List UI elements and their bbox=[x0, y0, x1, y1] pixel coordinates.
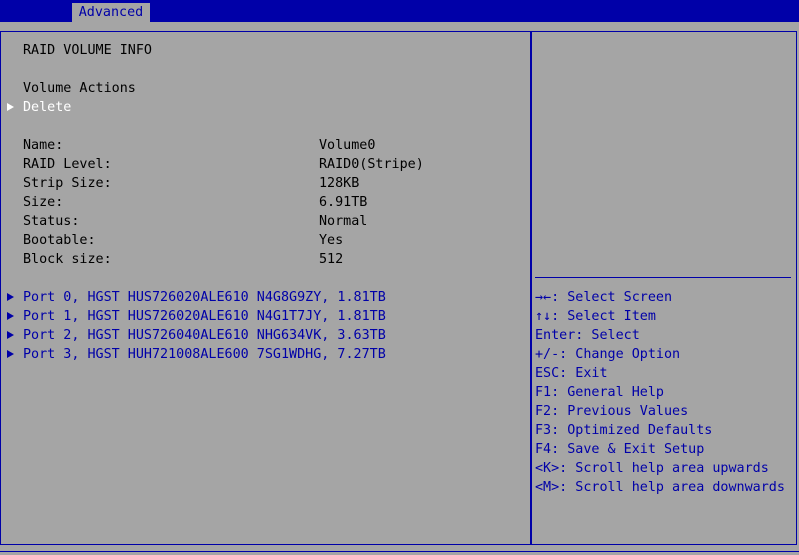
property-value-size: 6.91TB bbox=[319, 195, 368, 210]
help-save-exit: F4: Save & Exit Setup bbox=[535, 442, 705, 457]
delete-volume-item[interactable]: Delete bbox=[23, 98, 71, 117]
panel-divider bbox=[530, 31, 532, 545]
volume-actions-label: Volume Actions bbox=[23, 81, 136, 96]
property-label-name: Name: bbox=[23, 138, 64, 153]
property-label-raid-level: RAID Level: bbox=[23, 157, 112, 172]
port-item-1[interactable]: Port 1, HGST HUS726020ALE610 N4G1T7JY, 1… bbox=[23, 307, 386, 326]
property-value-bootable: Yes bbox=[319, 233, 344, 248]
property-value-raid-level: RAID0(Stripe) bbox=[319, 157, 424, 172]
help-select-item: ↑↓: Select Item bbox=[535, 309, 656, 324]
port-item-0[interactable]: Port 0, HGST HUS726020ALE610 N4G8G9ZY, 1… bbox=[23, 288, 386, 307]
page-title: RAID VOLUME INFO bbox=[23, 43, 152, 58]
submenu-arrow-icon bbox=[7, 293, 14, 301]
submenu-arrow-icon bbox=[7, 103, 14, 111]
top-menu-bar: Advanced bbox=[0, 0, 799, 22]
property-value-name: Volume0 bbox=[319, 138, 376, 153]
property-value-block-size: 512 bbox=[319, 252, 344, 267]
port-item-2[interactable]: Port 2, HGST HUS726040ALE610 NHG634VK, 3… bbox=[23, 326, 386, 345]
tab-advanced[interactable]: Advanced bbox=[72, 3, 150, 22]
help-general-help: F1: General Help bbox=[535, 385, 664, 400]
help-select-screen: →←: Select Screen bbox=[535, 290, 673, 305]
help-previous-values: F2: Previous Values bbox=[535, 404, 689, 419]
property-label-status: Status: bbox=[23, 214, 80, 229]
property-value-strip-size: 128KB bbox=[319, 176, 360, 191]
property-label-bootable: Bootable: bbox=[23, 233, 96, 248]
help-optimized-defaults: F3: Optimized Defaults bbox=[535, 423, 713, 438]
property-label-strip-size: Strip Size: bbox=[23, 176, 112, 191]
port-item-3[interactable]: Port 3, HGST HUH721008ALE600 7SG1WDHG, 7… bbox=[23, 345, 386, 364]
bottom-line bbox=[0, 551, 799, 552]
help-enter: Enter: Select bbox=[535, 328, 640, 343]
property-label-block-size: Block size: bbox=[23, 252, 112, 267]
help-scroll-up: <K>: Scroll help area upwards bbox=[535, 461, 769, 476]
submenu-arrow-icon bbox=[7, 331, 14, 339]
property-label-size: Size: bbox=[23, 195, 64, 210]
help-divider bbox=[535, 277, 791, 278]
submenu-arrow-icon bbox=[7, 312, 14, 320]
help-scroll-down: <M>: Scroll help area downwards bbox=[535, 480, 785, 495]
property-value-status: Normal bbox=[319, 214, 368, 229]
help-exit: ESC: Exit bbox=[535, 366, 608, 381]
submenu-arrow-icon bbox=[7, 350, 14, 358]
help-change-option: +/-: Change Option bbox=[535, 347, 681, 362]
